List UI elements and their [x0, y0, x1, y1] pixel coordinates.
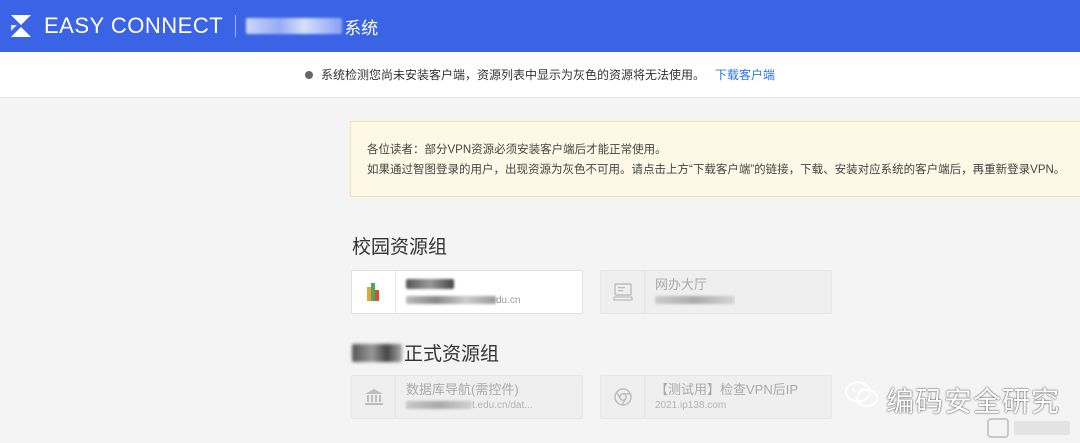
header-divider: [235, 15, 237, 37]
alert-line-1: 各位读者：部分VPN资源必须安装客户端后才能正常使用。: [367, 144, 667, 156]
blurred-site-name: [246, 18, 343, 34]
colored-bars-icon: [352, 271, 396, 313]
blurred-url: [406, 401, 472, 410]
blurred-resource-name: [406, 279, 454, 289]
wechat-icon: [845, 381, 878, 407]
download-client-link[interactable]: 下载客户端: [715, 66, 775, 83]
faint-watermark-logo: [987, 418, 1070, 438]
blurred-group-prefix: [352, 343, 402, 362]
terminal-icon: [601, 271, 645, 313]
resource-card-disabled[interactable]: 数据库导航(需控件) t.edu.cn/dat...: [351, 375, 583, 419]
bank-icon: [352, 376, 396, 418]
brand-name: EASY CONNECT: [44, 13, 224, 38]
chrome-icon: [601, 376, 645, 418]
wechat-watermark: 编码安全研究: [836, 372, 1080, 443]
top-bar: EASY CONNECT 系统: [0, 0, 1080, 52]
header-title-suffix: 系统: [344, 18, 379, 38]
resource-name: 【测试用】检查VPN后IP: [655, 382, 799, 397]
blurred-url: [406, 296, 496, 305]
blurred-url: [655, 296, 735, 305]
announcement-alert: 各位读者：部分VPN资源必须安装客户端后才能正常使用。 如果通过智图登录的用户，…: [350, 121, 1080, 197]
resource-card[interactable]: du.cn: [351, 270, 583, 314]
watermark-text: 编码安全研究: [886, 386, 1061, 417]
resource-card-disabled[interactable]: 网办大厅: [600, 270, 832, 314]
bullet-icon: [304, 70, 313, 79]
alert-line-2: 如果通过智图登录的用户，出现资源为灰色不可用。请点击上方“下载客户端”的链接，下…: [367, 164, 1066, 176]
resource-url: du.cn: [496, 295, 521, 306]
group-title-text: 正式资源组: [404, 344, 500, 365]
resource-card-disabled[interactable]: 【测试用】检查VPN后IP 2021.ip138.com: [600, 375, 832, 419]
group-title: 校园资源组: [352, 237, 448, 258]
client-notice-text: 系统检测您尚未安装客户端，资源列表中显示为灰色的资源将无法使用。: [320, 68, 705, 82]
resource-name: 网办大厅: [655, 277, 708, 292]
resource-url: 2021.ip138.com: [655, 400, 727, 411]
resource-name: 数据库导航(需控件): [406, 382, 519, 397]
easyconnect-logo-icon: [6, 11, 36, 41]
client-notice-bar: 系统检测您尚未安装客户端，资源列表中显示为灰色的资源将无法使用。 下载客户端: [0, 52, 1080, 98]
resource-url: t.edu.cn/dat...: [472, 400, 533, 411]
group-title: 正式资源组: [352, 339, 499, 366]
